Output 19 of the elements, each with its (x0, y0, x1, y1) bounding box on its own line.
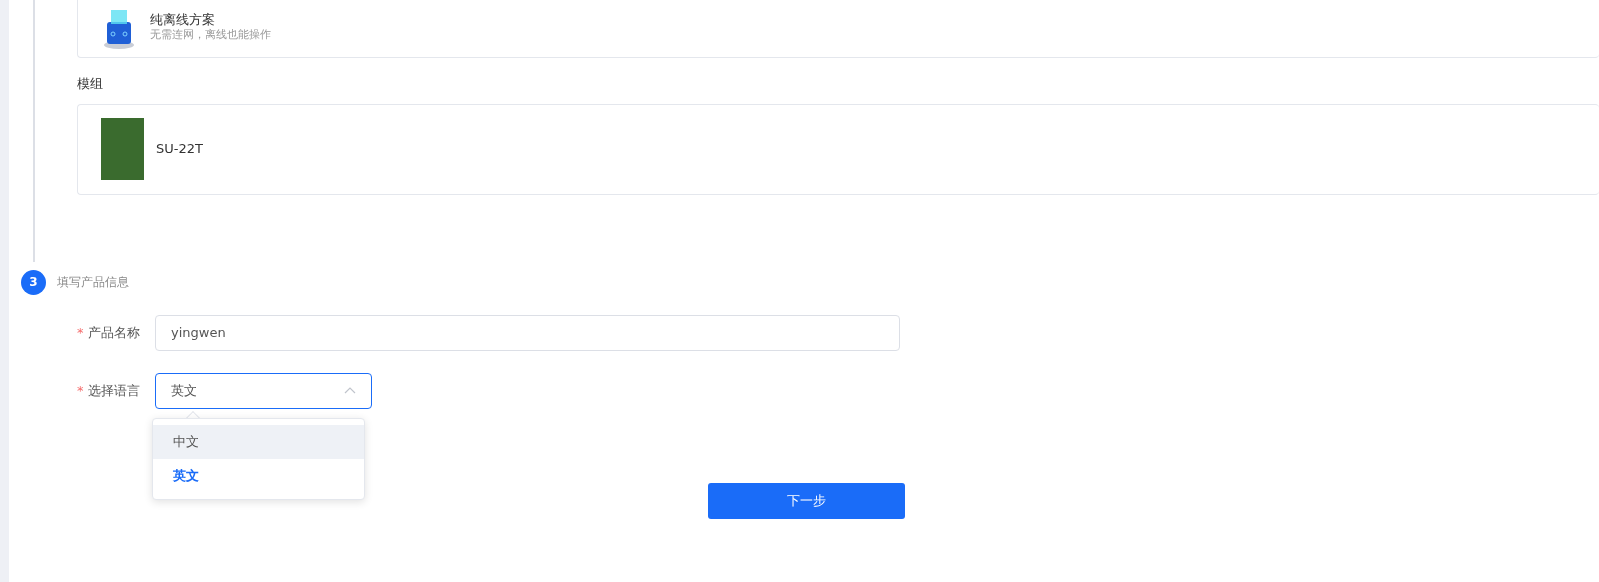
required-asterisk: * (77, 324, 84, 340)
dropdown-option[interactable]: 中文 (153, 425, 364, 459)
field-label: 选择语言 (87, 382, 140, 398)
caret-icon (344, 387, 356, 394)
dropdown-option[interactable]: 英文 (153, 459, 364, 493)
step-title: 填写产品信息 (57, 274, 129, 291)
section-heading: 模组 (77, 75, 104, 93)
solution-title: 纯离线方案 (150, 13, 216, 28)
solution-description: 无需连网，离线也能操作 (150, 27, 271, 44)
field-label: 产品名称 (87, 324, 140, 340)
solution-card[interactable]: 纯离线方案 无需连网，离线也能操作 (77, 0, 1599, 58)
cube-icon (102, 7, 136, 50)
required-asterisk: * (77, 382, 84, 398)
next-button[interactable]: 下一步 (708, 482, 905, 519)
select-field[interactable]: 英文 (155, 372, 372, 409)
text-field[interactable]: yingwen (155, 314, 900, 351)
module-name: SU-22T (156, 140, 203, 159)
step-number: 3 (21, 269, 46, 295)
circuit-board-photo (101, 118, 144, 180)
